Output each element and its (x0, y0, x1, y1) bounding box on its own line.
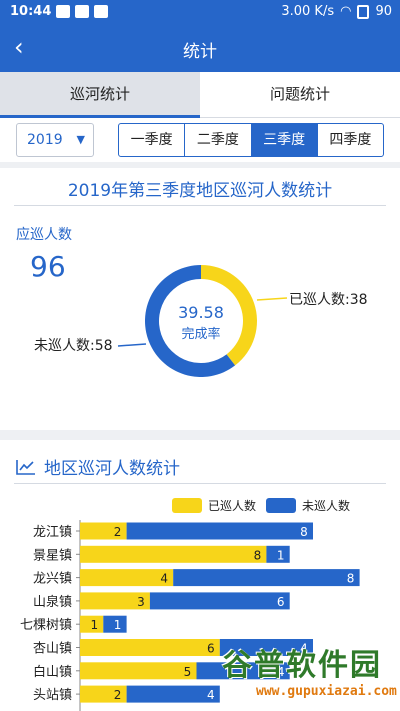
donut-label-unpatrolled: 未巡人数:58 (34, 338, 113, 354)
quarter-selector: 一季度 二季度 三季度 四季度 (118, 123, 384, 157)
mail-icon (94, 5, 108, 18)
watermark-text: 谷普软件园 (222, 648, 382, 683)
category-label: 杏山镇 (33, 642, 72, 657)
quarter-q4-button[interactable]: 四季度 (318, 124, 383, 156)
bar-value-patrolled: 6 (207, 642, 215, 656)
notification-icons (56, 5, 108, 18)
category-label: 龙江镇 (33, 525, 72, 540)
status-time: 10:44 (10, 4, 52, 19)
sync-icon (56, 5, 70, 18)
app-bar: ‹ 统计 (0, 24, 400, 72)
bar-unpatrolled (173, 569, 360, 587)
year-select-value: 2019 (27, 132, 63, 148)
network-speed: 3.00 K/s (281, 4, 335, 19)
category-label: 七棵树镇 (20, 618, 72, 633)
status-bar: 10:44 3.00 K/s ◠ 90 (0, 0, 400, 24)
category-label: 白山镇 (33, 664, 72, 680)
bar-value-unpatrolled: 8 (347, 572, 355, 586)
tab-patrol-stats[interactable]: 巡河统计 (0, 72, 200, 118)
completion-rate-label: 完成率 (181, 326, 220, 342)
battery-icon (357, 4, 370, 19)
bar-value-unpatrolled: 1 (277, 548, 285, 562)
category-label: 头站镇 (33, 688, 72, 703)
bar-value-unpatrolled: 8 (300, 525, 308, 539)
filter-row: 2019 ▼ 一季度 二季度 三季度 四季度 (0, 118, 400, 162)
bar-value-patrolled: 8 (254, 548, 262, 562)
watermark-url: www.gupuxiazai.com (256, 684, 397, 699)
leader-line-unpatrolled (117, 343, 147, 347)
wifi-icon: ◠ (340, 4, 352, 19)
quarter-q2-button[interactable]: 二季度 (185, 124, 252, 156)
leader-line-patrolled (256, 297, 288, 301)
bar-value-patrolled: 2 (114, 525, 122, 539)
category-label: 山泉镇 (33, 594, 72, 610)
bar-patrolled (80, 569, 174, 587)
bar-value-unpatrolled: 6 (277, 595, 285, 609)
quarter-q3-button[interactable]: 三季度 (251, 124, 318, 156)
watermark-logo: 谷普软件园 www.gupuxiazai.com (218, 640, 400, 710)
completion-rate-value: 39.58 (178, 303, 224, 322)
bar-value-patrolled: 3 (137, 595, 145, 609)
bar-value-patrolled: 4 (160, 572, 168, 586)
bar-value-patrolled: 5 (184, 665, 192, 679)
tab-issue-stats[interactable]: 问题统计 (200, 72, 400, 118)
quarter-q1-button[interactable]: 一季度 (119, 124, 186, 156)
completion-donut-chart: 已巡人数:38 未巡人数:58 39.58 完成率 (34, 265, 368, 377)
battery-level: 90 (375, 4, 392, 19)
bar-value-patrolled: 2 (114, 688, 122, 702)
bar-unpatrolled (126, 522, 313, 540)
chevron-down-icon: ▼ (76, 133, 85, 146)
category-label: 景星镇 (33, 548, 72, 563)
donut-label-patrolled: 已巡人数:38 (289, 292, 368, 308)
upload-icon (75, 5, 89, 18)
tab-bar: 巡河统计 问题统计 (0, 72, 400, 118)
bar-value-patrolled: 1 (90, 618, 98, 632)
bar-unpatrolled (126, 685, 220, 703)
page-title: 统计 (183, 42, 217, 62)
bar-value-unpatrolled: 4 (207, 688, 215, 702)
bar-patrolled (80, 662, 197, 680)
category-label: 龙兴镇 (33, 572, 72, 587)
year-select[interactable]: 2019 ▼ (16, 123, 94, 157)
bar-unpatrolled (149, 592, 290, 610)
summary-card: 2019年第三季度地区巡河人数统计 应巡人数 96 已巡人数:38 未巡人数:58… (0, 168, 400, 430)
bar-patrolled (80, 639, 220, 656)
bar-value-unpatrolled: 1 (114, 618, 122, 632)
bar-patrolled (80, 545, 267, 563)
